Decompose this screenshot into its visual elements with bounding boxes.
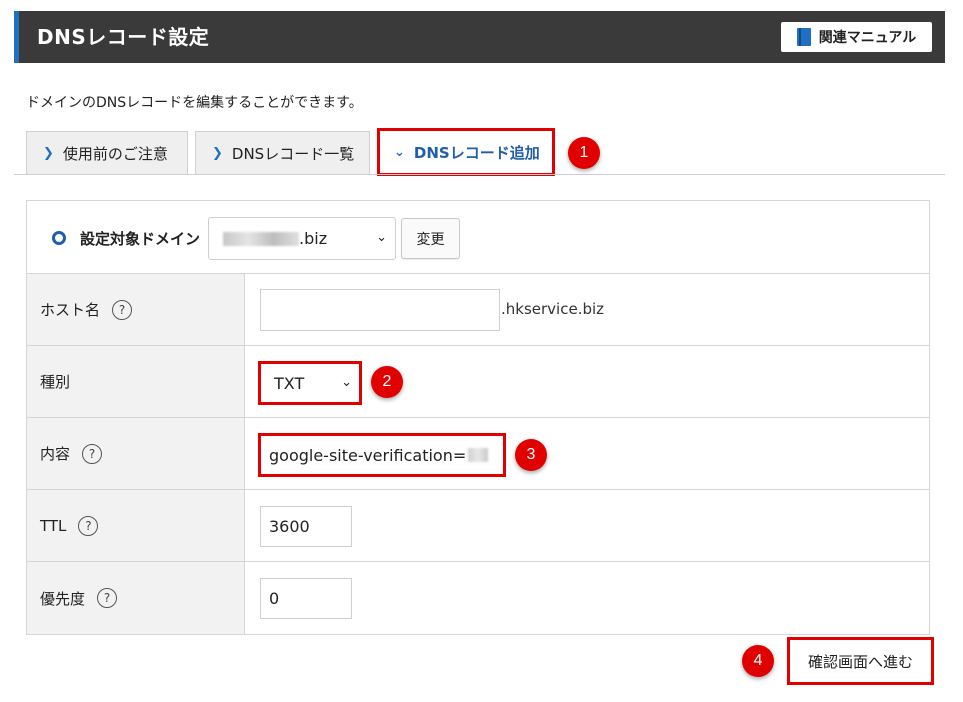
- content-label: 内容 ?: [27, 418, 245, 489]
- domain-select[interactable]: .biz ⌄: [208, 217, 396, 260]
- tabs-divider: [14, 174, 945, 175]
- circle-icon: [52, 231, 66, 245]
- chevron-right-icon: ❯: [43, 146, 54, 161]
- chevron-down-icon: ⌄: [394, 144, 405, 160]
- redacted-domain: [223, 231, 299, 246]
- page-title: DNSレコード設定: [37, 25, 210, 49]
- help-icon[interactable]: ?: [78, 515, 99, 536]
- type-label: 種別: [27, 346, 245, 417]
- host-label: ホスト名 ?: [27, 274, 245, 345]
- type-label-text: 種別: [40, 373, 71, 391]
- type-select[interactable]: TXT ⌄: [258, 361, 362, 405]
- host-label-text: ホスト名: [40, 301, 101, 319]
- priority-input[interactable]: 0: [260, 578, 352, 619]
- change-button[interactable]: 変更: [401, 218, 460, 259]
- tab-precautions[interactable]: ❯ 使用前のご注意: [26, 131, 188, 175]
- callout-badge-1: 1: [568, 137, 600, 169]
- priority-label-text: 優先度: [40, 589, 86, 608]
- tab-dns-record-add[interactable]: ⌄ DNSレコード追加: [377, 128, 555, 176]
- content-value: google-site-verification=: [269, 445, 467, 465]
- page-header: DNSレコード設定 関連マニュアル: [14, 11, 945, 63]
- confirm-button[interactable]: 確認画面へ進む: [787, 637, 934, 685]
- chevron-right-icon: ❯: [212, 146, 223, 161]
- ttl-input[interactable]: 3600: [260, 506, 352, 547]
- dns-record-form: 設定対象ドメイン .biz ⌄ 変更 ホスト名 ? .hkservice.biz…: [26, 200, 930, 635]
- type-selected: TXT: [274, 373, 305, 393]
- help-icon[interactable]: ?: [82, 443, 103, 464]
- tab-label: 使用前のご注意: [62, 145, 168, 163]
- help-icon[interactable]: ?: [112, 299, 133, 320]
- priority-label: 優先度 ?: [27, 562, 245, 634]
- host-input[interactable]: [260, 289, 500, 331]
- callout-badge-3: 3: [515, 439, 547, 471]
- redacted-value: [468, 448, 489, 462]
- ttl-label-text: TTL: [40, 516, 67, 535]
- host-suffix: .hkservice.biz: [501, 300, 605, 318]
- chevron-down-icon: ⌄: [376, 230, 387, 245]
- ttl-label: TTL ?: [27, 490, 245, 561]
- priority-row: 優先度 ? 0: [27, 562, 929, 634]
- tab-label: DNSレコード追加: [413, 143, 540, 162]
- book-icon: [796, 28, 811, 46]
- content-input[interactable]: google-site-verification=: [258, 433, 506, 477]
- domain-label: 設定対象ドメイン: [80, 230, 201, 248]
- help-icon[interactable]: ?: [97, 588, 118, 608]
- domain-suffix: .biz: [299, 229, 328, 248]
- related-manual-button[interactable]: 関連マニュアル: [781, 22, 932, 52]
- ttl-row: TTL ? 3600: [27, 490, 929, 562]
- tab-label: DNSレコード一覧: [231, 145, 355, 163]
- content-row: 内容 ? google-site-verification=: [27, 418, 929, 490]
- type-row: 種別 TXT ⌄: [27, 346, 929, 418]
- page-description: ドメインのDNSレコードを編集することができます。: [26, 95, 363, 111]
- content-label-text: 内容: [40, 445, 71, 463]
- related-manual-label: 関連マニュアル: [818, 30, 917, 46]
- callout-badge-2: 2: [371, 366, 403, 398]
- tab-dns-record-list[interactable]: ❯ DNSレコード一覧: [195, 131, 370, 175]
- host-row: ホスト名 ? .hkservice.biz: [27, 274, 929, 346]
- callout-badge-4: 4: [742, 645, 774, 677]
- chevron-down-icon: ⌄: [341, 375, 352, 390]
- domain-row: 設定対象ドメイン .biz ⌄ 変更: [27, 201, 929, 274]
